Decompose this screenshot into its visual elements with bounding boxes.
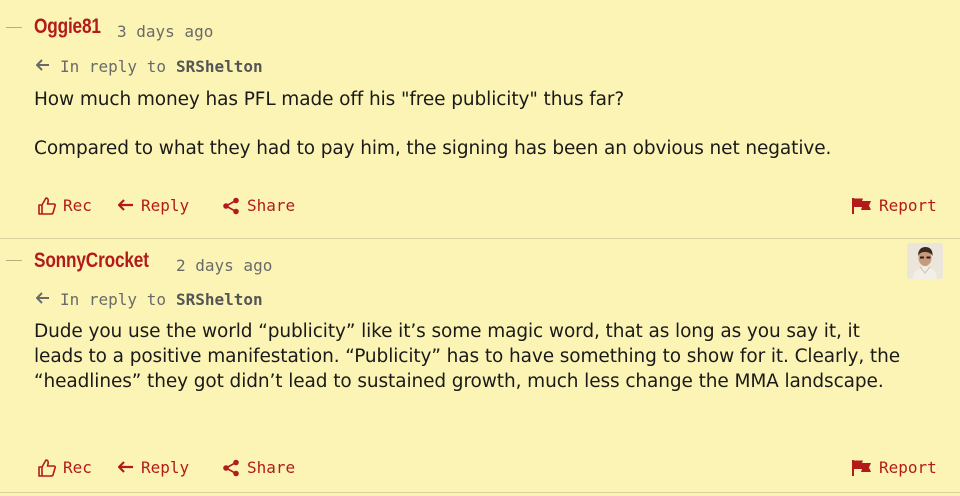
share-icon (223, 459, 239, 476)
comment-divider (0, 492, 960, 493)
reply-to-user[interactable]: SRShelton (176, 290, 263, 309)
flag-icon (852, 459, 871, 476)
reply-label: Reply (141, 458, 190, 477)
reply-icon (118, 199, 133, 211)
reply-arrow-icon (35, 291, 50, 308)
report-button[interactable]: Report (852, 196, 937, 215)
comment-body: Dude you use the world “publicity” like … (34, 320, 914, 394)
avatar[interactable] (907, 243, 943, 279)
comment-timestamp: 3 days ago (117, 22, 214, 41)
rec-button[interactable]: Rec (38, 196, 92, 215)
collapse-line[interactable] (6, 27, 22, 28)
user-avatar-image (907, 243, 943, 279)
collapse-line[interactable] (6, 260, 22, 261)
reply-to-prefix: In reply to (60, 57, 166, 76)
report-label: Report (879, 458, 937, 477)
comment-paragraph: How much money has PFL made off his "fre… (34, 89, 625, 110)
report-label: Report (879, 196, 937, 215)
reply-button[interactable]: Reply (118, 458, 189, 477)
report-button[interactable]: Report (852, 458, 937, 477)
share-button[interactable]: Share (222, 196, 295, 215)
reply-to-line: In reply to SRShelton (35, 57, 263, 76)
reply-icon (118, 461, 133, 473)
comment-paragraph: Compared to what they had to pay him, th… (34, 138, 832, 159)
reply-arrow-icon (35, 58, 50, 75)
thumbs-up-icon (38, 196, 56, 215)
reply-button[interactable]: Reply (118, 196, 189, 215)
comment-divider (0, 238, 960, 239)
comment-paragraph: Dude you use the world “publicity” like … (34, 321, 900, 392)
comment-username[interactable]: Oggie81 (34, 15, 101, 39)
comment-body: How much money has PFL made off his "fre… (34, 88, 914, 162)
rec-label: Rec (63, 458, 92, 477)
share-button[interactable]: Share (222, 458, 295, 477)
reply-to-user[interactable]: SRShelton (176, 57, 263, 76)
thumbs-up-icon (38, 458, 56, 477)
rec-label: Rec (63, 196, 92, 215)
comment-actions: Rec Reply Share Report (38, 196, 944, 220)
reply-to-line: In reply to SRShelton (35, 290, 263, 309)
rec-button[interactable]: Rec (38, 458, 92, 477)
reply-to-prefix: In reply to (60, 290, 166, 309)
reply-label: Reply (141, 196, 190, 215)
share-label: Share (247, 196, 296, 215)
share-icon (223, 197, 239, 214)
comment-timestamp: 2 days ago (176, 256, 273, 275)
flag-icon (852, 197, 871, 214)
comment-username[interactable]: SonnyCrocket (34, 249, 149, 273)
share-label: Share (247, 458, 296, 477)
comment-actions: Rec Reply Share Report (38, 458, 944, 482)
